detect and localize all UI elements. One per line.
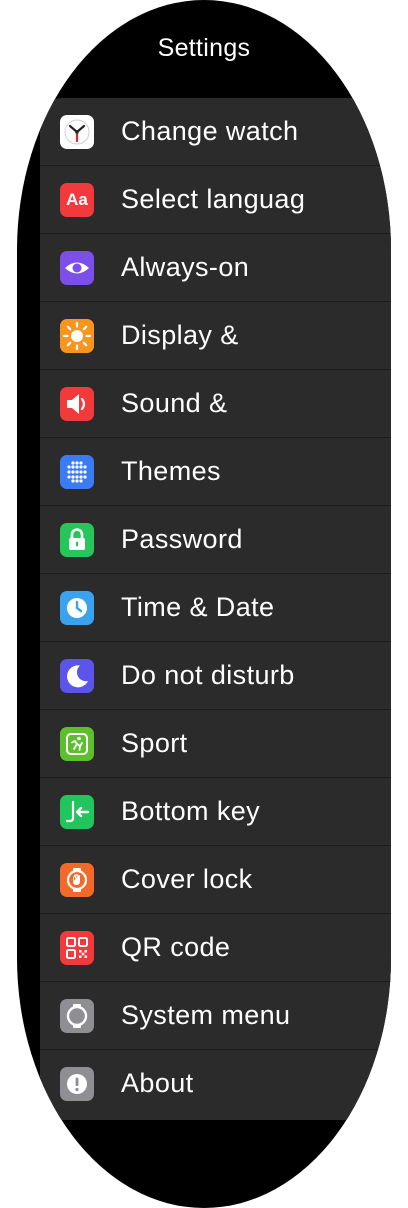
lock-icon <box>60 523 94 557</box>
speaker-icon <box>60 387 94 421</box>
settings-item-about[interactable]: About <box>40 1050 391 1118</box>
qr-code-icon <box>60 931 94 965</box>
system-menu-icon <box>60 999 94 1033</box>
settings-item-label: System menu <box>121 1000 291 1030</box>
info-icon <box>60 1067 94 1101</box>
page-title: Settings <box>157 34 251 62</box>
settings-item-sound[interactable]: Sound & <box>40 370 391 438</box>
language-icon-glyph: Aa <box>66 190 88 209</box>
settings-item-change-watch[interactable]: Change watch <box>40 98 391 166</box>
settings-item-label: Cover lock <box>121 864 253 894</box>
settings-item-label: Select languag <box>121 184 306 214</box>
settings-item-label: About <box>121 1068 194 1098</box>
settings-item-label: Bottom key <box>121 796 261 826</box>
sport-icon <box>60 727 94 761</box>
eye-icon <box>60 251 94 285</box>
settings-item-display[interactable]: Display & <box>40 302 391 370</box>
settings-item-label: Sport <box>121 728 188 758</box>
settings-item-label: Do not disturb <box>121 660 295 690</box>
settings-item-system-menu[interactable]: System menu <box>40 982 391 1050</box>
settings-item-label: QR code <box>121 932 231 962</box>
watch-face-icon <box>60 115 94 149</box>
bottom-key-icon <box>60 795 94 829</box>
settings-item-cover-lock[interactable]: Cover lock <box>40 846 391 914</box>
cover-lock-icon <box>60 863 94 897</box>
settings-item-label: Password <box>121 524 243 554</box>
settings-item-label: Display & <box>121 320 239 350</box>
settings-item-always-on[interactable]: Always-on <box>40 234 391 302</box>
settings-item-select-language[interactable]: Aa Select languag <box>40 166 391 234</box>
language-icon: Aa <box>60 183 94 217</box>
settings-item-password[interactable]: Password <box>40 506 391 574</box>
settings-item-sport[interactable]: Sport <box>40 710 391 778</box>
clock-icon <box>60 591 94 625</box>
settings-item-do-not-disturb[interactable]: Do not disturb <box>40 642 391 710</box>
settings-item-label: Themes <box>121 456 221 486</box>
settings-item-time-date[interactable]: Time & Date <box>40 574 391 642</box>
settings-list: Change watch Aa Select languag Always-on <box>40 98 391 1120</box>
watch-screen: Settings Change watch Aa Select languag <box>17 0 391 1208</box>
settings-item-label: Change watch <box>121 116 299 146</box>
themes-icon <box>60 455 94 489</box>
sun-icon <box>60 319 94 353</box>
settings-item-qr-code[interactable]: QR code <box>40 914 391 982</box>
settings-item-bottom-key[interactable]: Bottom key <box>40 778 391 846</box>
settings-item-themes[interactable]: Themes <box>40 438 391 506</box>
settings-item-label: Sound & <box>121 388 228 418</box>
moon-icon <box>60 659 94 693</box>
settings-item-label: Always-on <box>121 252 250 282</box>
settings-item-label: Time & Date <box>121 592 275 622</box>
